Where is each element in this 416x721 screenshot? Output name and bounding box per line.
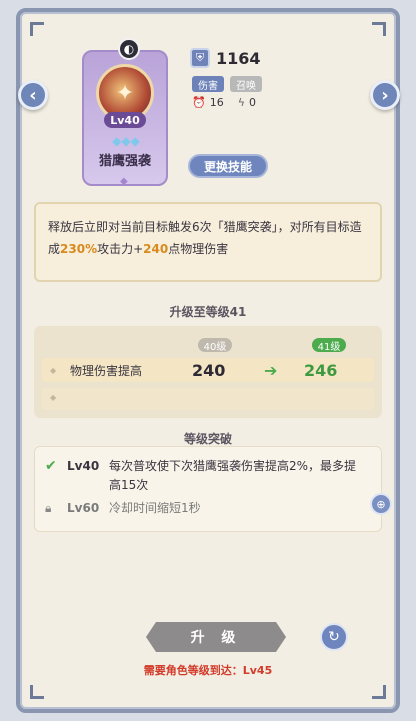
bullet-icon: ◆: [50, 365, 57, 375]
cooldown-value: 16: [209, 96, 224, 109]
skill-upgrade-screen: ◐ ✦ Lv40 ◆◆◆ 猎鹰强袭 ◆ ⛨ 1164 伤害 召唤 ⏰ 16 ϟ …: [0, 0, 416, 721]
skill-card[interactable]: ◐ ✦ Lv40 ◆◆◆ 猎鹰强袭 ◆: [82, 38, 168, 187]
description-flat: 240: [143, 242, 169, 256]
bullet-icon: ◆: [50, 393, 57, 402]
description-percent: 230%: [60, 242, 98, 256]
breakthrough-level: Lv40: [67, 459, 100, 473]
tag-damage: 伤害: [192, 76, 224, 92]
frame-corner: [372, 685, 386, 699]
magnify-icon[interactable]: ⊕: [370, 493, 392, 515]
next-value: 246: [304, 360, 338, 380]
clock-icon: ⏰: [192, 96, 206, 109]
upgrade-empty-row: ◆: [42, 388, 374, 410]
current-value: 240: [192, 360, 226, 380]
next-level-pill: 41级: [312, 338, 346, 353]
refresh-icon[interactable]: ↻: [320, 623, 348, 651]
skill-tags: 伤害 召唤: [192, 76, 262, 92]
skill-panel: ◐ ✦ Lv40 ◆◆◆ 猎鹰强袭 ◆ ⛨ 1164 伤害 召唤 ⏰ 16 ϟ …: [16, 8, 400, 713]
skill-stats: ⏰ 16 ϟ 0: [192, 96, 256, 109]
level-requirement: 需要角色等级到达：Lv45: [143, 664, 273, 677]
tag-summon: 召唤: [230, 76, 262, 92]
frame-corner: [30, 22, 44, 36]
check-icon: ✔: [45, 458, 57, 474]
energy-value: 0: [248, 96, 256, 109]
skill-type-icon: ◐: [118, 38, 140, 60]
upgrade-preview: 40级 41级 ◆ 物理伤害提高 240 ➔ 246 ◆: [34, 326, 382, 418]
lock-icon: 🔒︎: [45, 501, 52, 515]
breakthrough-item-lv40: ✔ Lv40 每次普攻使下次猎鹰强袭伤害提高2%，最多提高15次: [45, 457, 365, 495]
description-text: 点物理伤害: [168, 242, 229, 256]
frame-corner: [372, 22, 386, 36]
current-level-pill: 40级: [198, 338, 232, 353]
skill-description: 释放后立即对当前目标触发6次「猎鹰突袭」，对所有目标造成230%攻击力+240点…: [34, 202, 382, 282]
power-value: 1164: [216, 48, 261, 68]
skill-name: 猎鹰强袭: [98, 154, 151, 169]
upgrade-title: 升级至等级41: [169, 305, 247, 319]
stat-label: 物理伤害提高: [70, 363, 143, 378]
lightning-icon: ϟ: [237, 96, 245, 109]
chevron-right-icon[interactable]: ›: [370, 80, 400, 110]
breakthrough-list: ✔ Lv40 每次普攻使下次猎鹰强袭伤害提高2%，最多提高15次 🔒︎ Lv60…: [34, 446, 382, 532]
description-text: 攻击力+: [97, 242, 144, 256]
star-rating: ◆◆◆: [112, 134, 140, 148]
chevron-left-icon[interactable]: ‹: [18, 80, 48, 110]
upgrade-button[interactable]: 升 级: [146, 622, 286, 652]
skill-level-badge: Lv40: [104, 112, 146, 128]
shield-icon: ⛨: [190, 48, 210, 68]
frame-corner: [30, 685, 44, 699]
arrow-right-icon: ➔: [264, 360, 278, 380]
power-display: ⛨ 1164: [190, 48, 261, 68]
gem-icon: ◆: [120, 176, 128, 187]
change-skill-button[interactable]: 更换技能: [188, 154, 268, 178]
energy-stat: ϟ 0: [238, 96, 256, 109]
breakthrough-title: 等级突破: [183, 432, 232, 446]
upgrade-stat-row: ◆ 物理伤害提高 240 ➔ 246: [42, 358, 374, 382]
cooldown-stat: ⏰ 16: [192, 96, 224, 109]
breakthrough-item-lv60: 🔒︎ Lv60 冷却时间缩短1秒: [45, 499, 365, 518]
breakthrough-level: Lv60: [67, 501, 100, 515]
